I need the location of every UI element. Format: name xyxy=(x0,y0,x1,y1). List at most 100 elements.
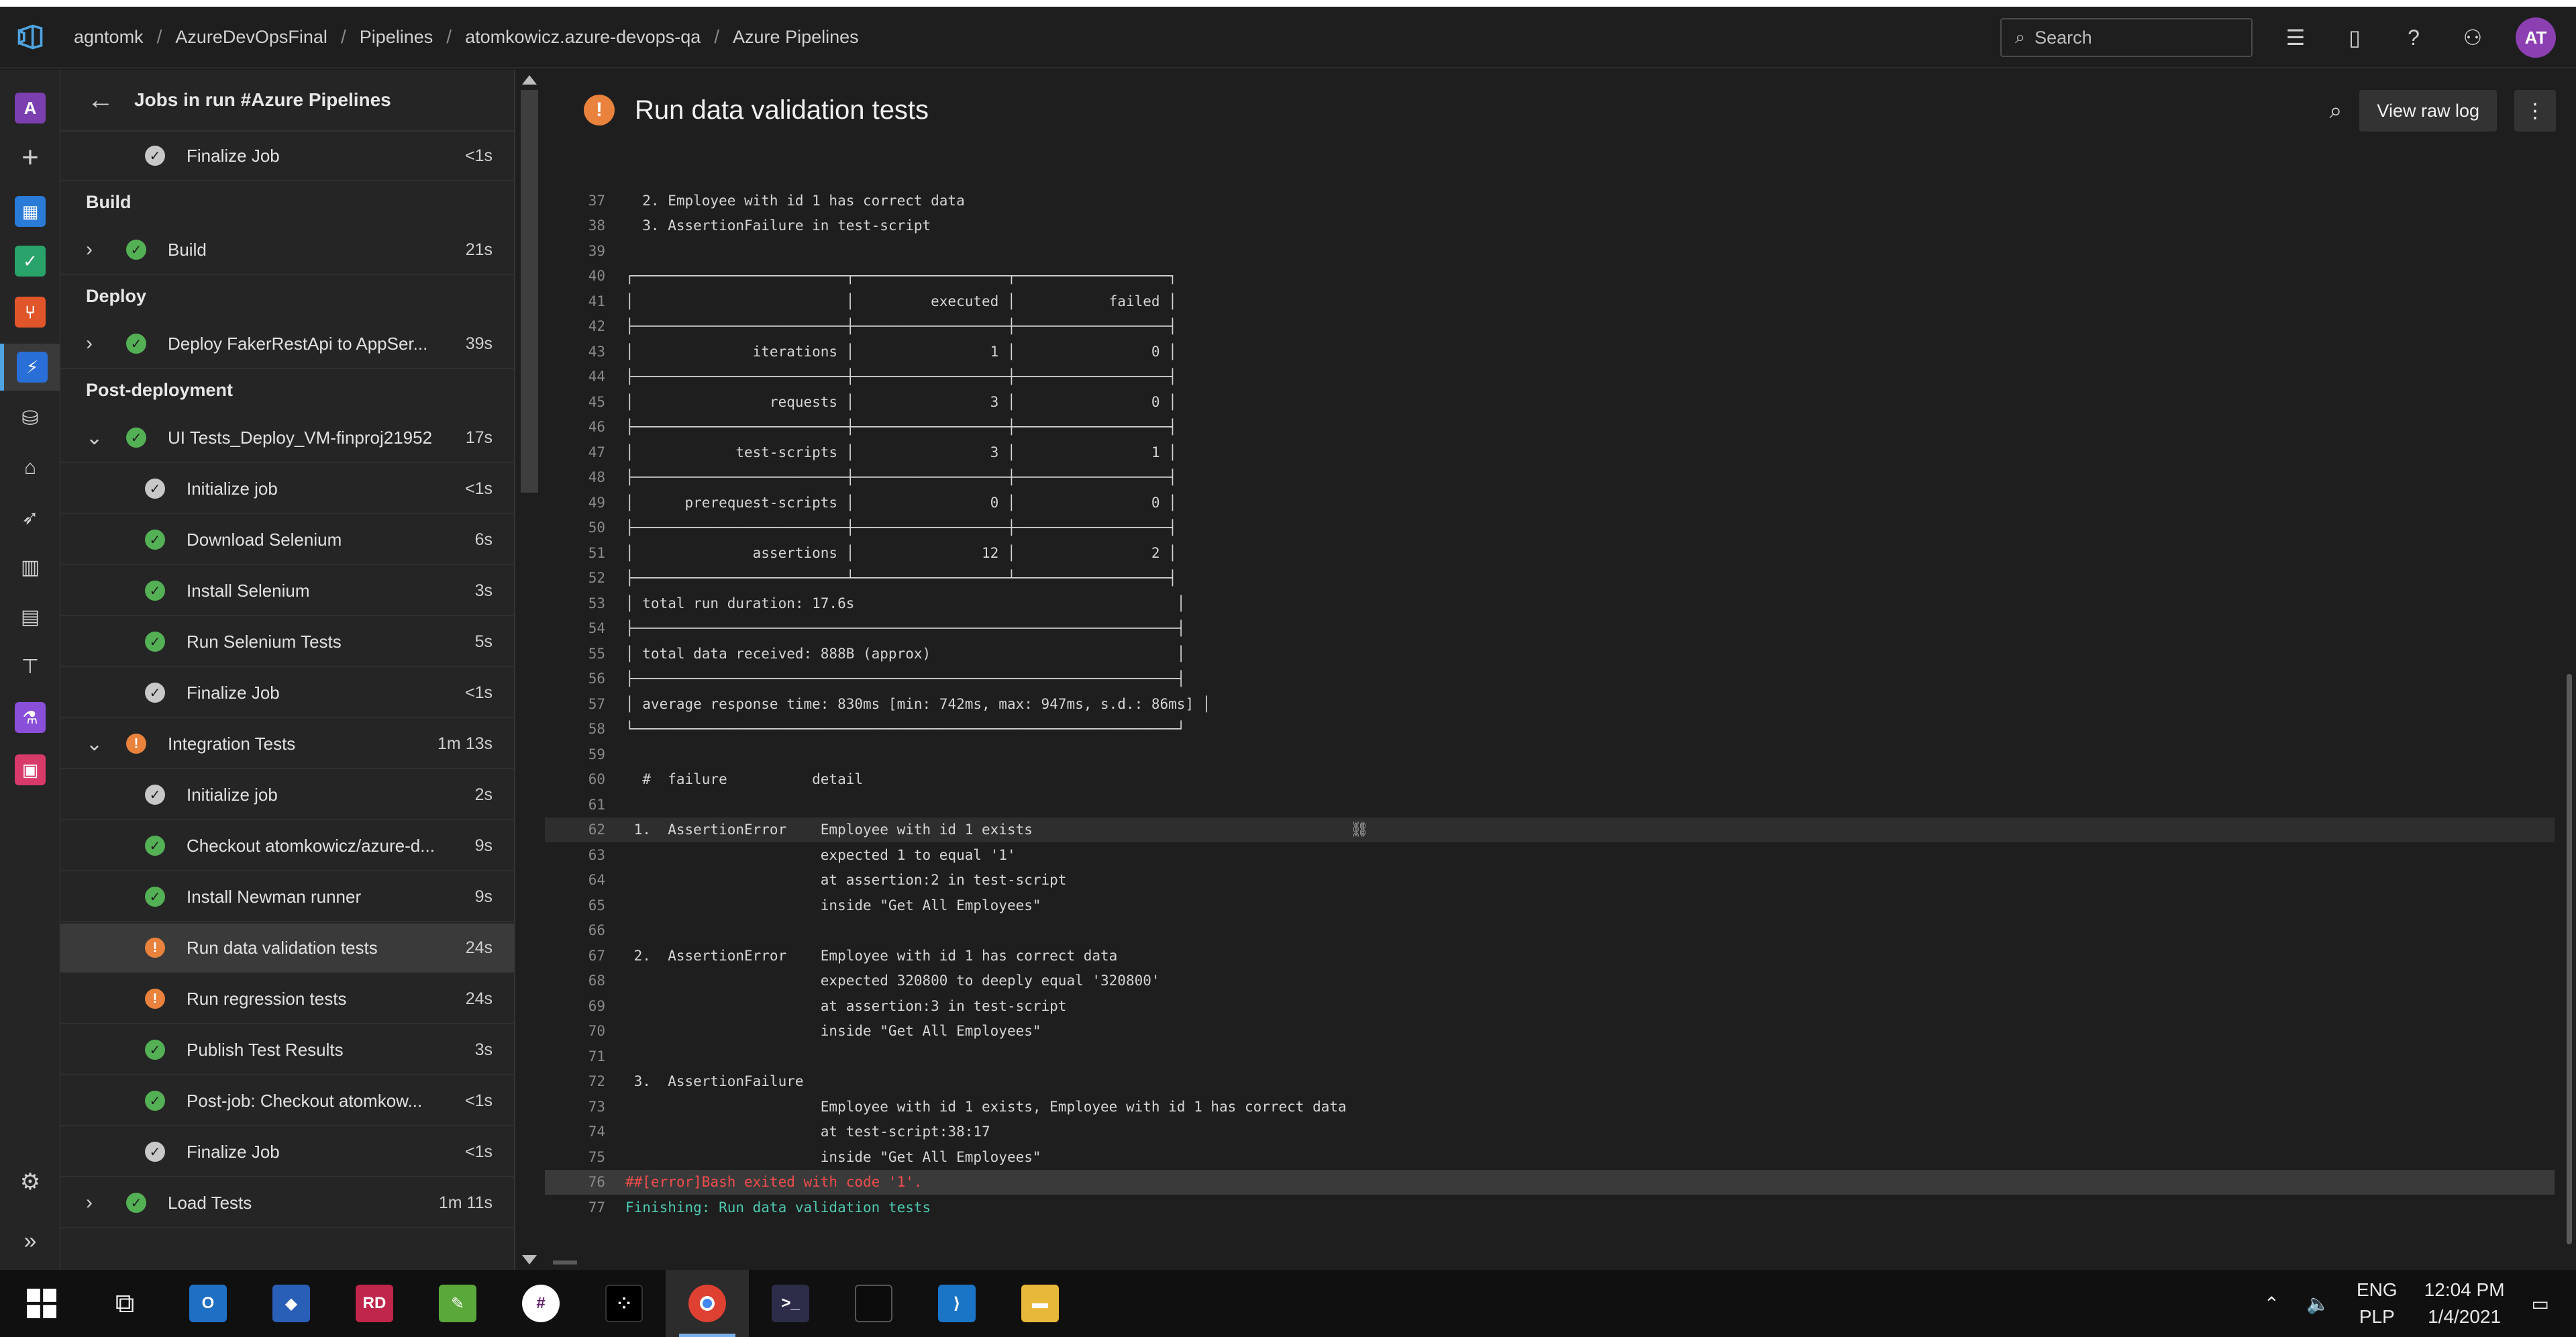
log-line[interactable]: 61 xyxy=(545,792,2555,818)
log-line[interactable]: 62 1. AssertionError Employee with id 1 … xyxy=(545,817,2555,842)
artifacts-icon[interactable]: ▣ xyxy=(0,746,60,793)
step-row[interactable]: ✓ Initialize job 2s xyxy=(60,771,514,820)
rider-icon[interactable]: RD xyxy=(333,1270,416,1337)
chrome-icon[interactable] xyxy=(666,1270,749,1337)
pipelines-sub-pipelines-icon[interactable]: ⛁ xyxy=(0,395,60,442)
terminal-icon[interactable] xyxy=(832,1270,915,1337)
sourcetree-icon[interactable]: ◆ xyxy=(250,1270,333,1337)
new-item-icon[interactable]: + xyxy=(0,134,60,181)
step-row[interactable]: ✓ Run Selenium Tests 5s xyxy=(60,617,514,667)
step-row[interactable]: ✓ Finalize Job <1s xyxy=(60,132,514,181)
job-row[interactable]: › ✓ Build 21s xyxy=(60,226,514,275)
log-line[interactable]: 55 │ total data received: 888B (approx) │ xyxy=(545,641,2555,666)
step-row[interactable]: ✓ Finalize Job <1s xyxy=(60,668,514,718)
log-line[interactable]: 77 Finishing: Run data validation tests xyxy=(545,1195,2555,1220)
step-row[interactable]: ✓ Install Newman runner 9s xyxy=(60,873,514,922)
job-row[interactable]: ⌄! Integration Tests 1m 13s xyxy=(60,720,514,769)
help-icon[interactable]: ? xyxy=(2398,21,2430,54)
vscode-icon[interactable]: ⟩ xyxy=(915,1270,998,1337)
chevron-down-icon[interactable]: ⌄ xyxy=(86,732,103,756)
step-row[interactable]: ! Run regression tests 24s xyxy=(60,975,514,1024)
volume-icon[interactable]: 🔈 xyxy=(2306,1293,2330,1315)
input-language[interactable]: ENG PLP xyxy=(2357,1277,2398,1330)
task-view-icon[interactable]: ⧉ xyxy=(83,1270,166,1337)
log-line[interactable]: 60 # failure detail xyxy=(545,767,2555,793)
back-arrow-icon[interactable]: ← xyxy=(87,85,127,115)
log-line[interactable]: 46 ├─────────────────────────┼───────────… xyxy=(545,415,2555,440)
log-line[interactable]: 53 │ total run duration: 17.6s │ xyxy=(545,591,2555,616)
log-line[interactable]: 58 └─────────────────────────────────────… xyxy=(545,717,2555,742)
scroll-down-arrow-icon[interactable] xyxy=(522,1255,537,1265)
marketplace-bag-icon[interactable]: ▯ xyxy=(2338,21,2371,54)
project-badge[interactable]: A xyxy=(0,85,60,132)
log-line[interactable]: 69 at assertion:3 in test-script xyxy=(545,993,2555,1019)
notifications-icon[interactable]: ▭ xyxy=(2532,1293,2549,1315)
deployment-groups-icon[interactable]: ⊤ xyxy=(0,643,60,690)
log-line[interactable]: 59 xyxy=(545,742,2555,767)
step-row[interactable]: ✓ Finalize Job <1s xyxy=(60,1128,514,1177)
job-row[interactable]: ⌄ ✓ UI Tests_Deploy_VM-finproj21952 17s xyxy=(60,413,514,463)
library-icon[interactable]: ▥ xyxy=(0,544,60,591)
outlook-icon[interactable]: O xyxy=(166,1270,250,1337)
clock[interactable]: 12:04 PM 1/4/2021 xyxy=(2424,1277,2505,1330)
log-line[interactable]: 48 ├─────────────────────────┼───────────… xyxy=(545,465,2555,491)
start-windows-icon[interactable] xyxy=(0,1270,83,1337)
step-row[interactable]: ✓ Download Selenium 6s xyxy=(60,515,514,565)
boards-icon[interactable]: ✓ xyxy=(0,238,60,285)
pipelines-icon[interactable]: ⚡ xyxy=(0,344,60,391)
user-settings-icon[interactable]: ⚇ xyxy=(2457,21,2489,54)
log-line[interactable]: 68 expected 320800 to deeply equal '3208… xyxy=(545,969,2555,994)
log-line[interactable]: 71 xyxy=(545,1044,2555,1069)
azure-devops-logo-icon[interactable] xyxy=(0,6,60,68)
project-settings-gear-icon[interactable]: ⚙ xyxy=(0,1158,60,1205)
expand-nav-chevrons-icon[interactable]: » xyxy=(0,1218,60,1265)
log-line[interactable]: 50 ├─────────────────────────┼───────────… xyxy=(545,515,2555,541)
log-line[interactable]: 66 xyxy=(545,918,2555,944)
slack-icon[interactable]: # xyxy=(499,1270,582,1337)
releases-icon[interactable]: ➶ xyxy=(0,494,60,541)
chevron-right-icon[interactable]: › xyxy=(86,1191,93,1214)
view-raw-log-button[interactable]: View raw log xyxy=(2359,90,2497,132)
step-row[interactable]: ✓ Initialize job <1s xyxy=(60,464,514,514)
log-line[interactable]: 64 at assertion:2 in test-script xyxy=(545,868,2555,893)
log-line[interactable]: 47 │ test-scripts │ 3 │ 1 │ xyxy=(545,440,2555,465)
log-line[interactable]: 75 inside "Get All Employees" xyxy=(545,1144,2555,1170)
scroll-thumb[interactable] xyxy=(521,90,538,493)
overview-icon[interactable]: ▦ xyxy=(0,188,60,235)
log-line[interactable]: 38 3. AssertionFailure in test-script xyxy=(545,213,2555,239)
chevron-up-icon[interactable]: ⌃ xyxy=(2264,1293,2279,1315)
log-line[interactable]: 44 ├─────────────────────────┼───────────… xyxy=(545,364,2555,390)
powershell-preview-icon[interactable]: >_ xyxy=(749,1270,832,1337)
chevron-right-icon[interactable]: › xyxy=(86,238,93,261)
log-line[interactable]: 54 ├─────────────────────────────────────… xyxy=(545,616,2555,642)
task-groups-icon[interactable]: ▤ xyxy=(0,593,60,640)
step-row[interactable]: ✓ Install Selenium 3s xyxy=(60,566,514,616)
log-line[interactable]: 65 inside "Get All Employees" xyxy=(545,893,2555,918)
list-settings-icon[interactable]: ☰ xyxy=(2279,21,2312,54)
breadcrumb-pipelines[interactable]: Pipelines xyxy=(346,27,447,48)
test-plans-icon[interactable]: ⚗ xyxy=(0,694,60,741)
copy-line-link-icon[interactable]: ⛓ xyxy=(1350,822,1369,838)
environments-icon[interactable]: ⌂ xyxy=(0,444,60,491)
tidal-icon[interactable]: ⁘ xyxy=(582,1270,666,1337)
log-line[interactable]: 42 ├─────────────────────────┼───────────… xyxy=(545,314,2555,340)
log-line[interactable]: 63 expected 1 to equal '1' xyxy=(545,842,2555,868)
breadcrumb-run[interactable]: Azure Pipelines xyxy=(719,27,872,48)
log-line[interactable]: 40 ┌─────────────────────────┬───────────… xyxy=(545,264,2555,289)
breadcrumb-project[interactable]: AzureDevOpsFinal xyxy=(162,27,341,48)
log-line[interactable]: 76 ##[error]Bash exited with code '1'. xyxy=(545,1169,2555,1195)
step-row[interactable]: ✓ Post-job: Checkout atomkow... <1s xyxy=(60,1077,514,1126)
jobs-panel-scrollbar[interactable] xyxy=(515,70,544,1270)
repos-icon[interactable]: ⑂ xyxy=(0,289,60,336)
log-line[interactable]: 51 │ assertions │ 12 │ 2 │ xyxy=(545,540,2555,566)
log-line[interactable]: 72 3. AssertionFailure xyxy=(545,1069,2555,1095)
search-input[interactable]: ⌕ Search xyxy=(2000,18,2253,57)
avatar[interactable]: AT xyxy=(2516,17,2556,58)
step-row[interactable]: ✓ Publish Test Results 3s xyxy=(60,1026,514,1075)
chevron-right-icon[interactable]: › xyxy=(86,332,93,355)
step-row[interactable]: ✓ Checkout atomkowicz/azure-d... 9s xyxy=(60,822,514,871)
log-line[interactable]: 57 │ average response time: 830ms [min: 7… xyxy=(545,691,2555,717)
log-line[interactable]: 41 │ │ executed │ failed │ xyxy=(545,289,2555,314)
log-line[interactable]: 39 xyxy=(545,238,2555,264)
log-line[interactable]: 67 2. AssertionError Employee with id 1 … xyxy=(545,943,2555,969)
